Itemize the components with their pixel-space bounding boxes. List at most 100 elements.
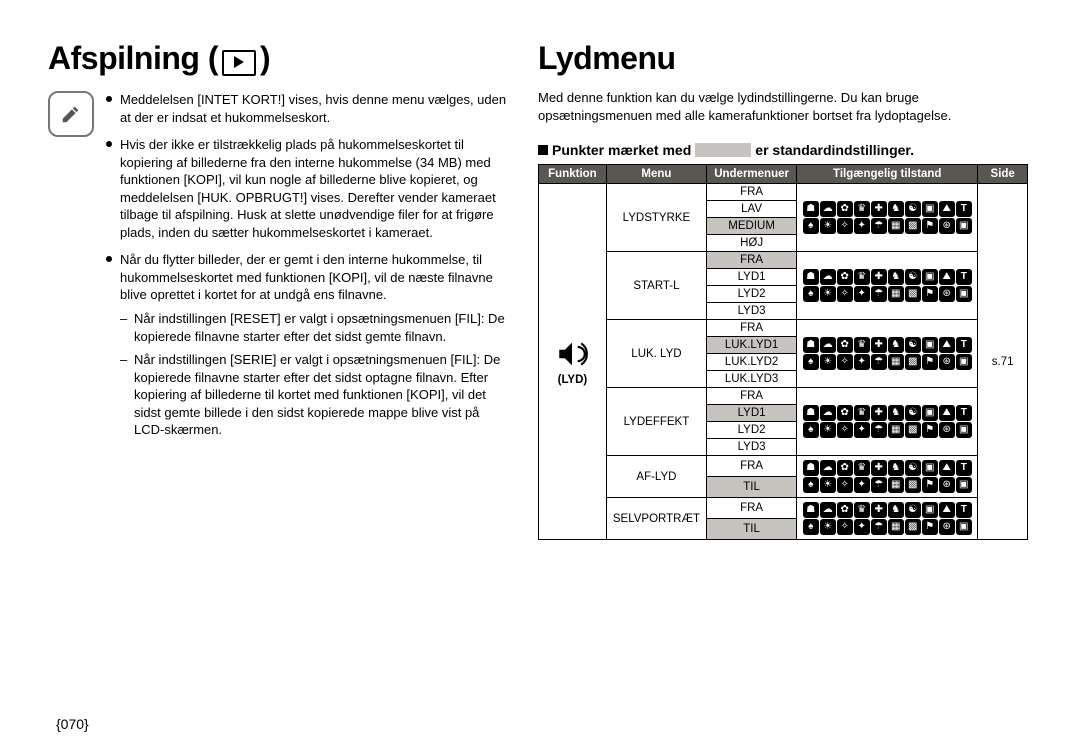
- mode-icon: ☗: [803, 337, 819, 353]
- mode-icon: ▩: [905, 218, 921, 234]
- mode-icon: ▦: [888, 422, 904, 438]
- mode-icon: ☀: [820, 422, 836, 438]
- mode-icon: ☯: [905, 502, 921, 518]
- th-funktion: Funktion: [539, 165, 607, 184]
- pencil-icon: [60, 103, 82, 125]
- submenu-cell: FRA: [707, 252, 797, 269]
- menu-cell: LYDSTYRKE: [606, 184, 706, 252]
- mode-icon: ♛: [854, 337, 870, 353]
- mode-icon: ♞: [888, 502, 904, 518]
- left-column: Afspilning () Meddelelsen [INTET KORT!] …: [48, 40, 508, 540]
- mode-icon: ⚑: [922, 218, 938, 234]
- mode-icon: ✿: [837, 269, 853, 285]
- default-highlight-swatch: [695, 143, 751, 157]
- mode-icon: ☁: [820, 502, 836, 518]
- mode-icon: ▣: [922, 337, 938, 353]
- mode-icon-grid: ☗☁✿♛✚♞☯▣⛰T♠☀✧✦☂▦▩⚑⊛▣: [801, 335, 973, 372]
- submenu-cell: LYD2: [707, 422, 797, 439]
- menu-cell: START-L: [606, 252, 706, 320]
- mode-icon-grid: ☗☁✿♛✚♞☯▣⛰T♠☀✧✦☂▦▩⚑⊛▣: [801, 403, 973, 440]
- page-number: {070}: [56, 716, 89, 732]
- mode-icon: ▩: [905, 477, 921, 493]
- mode-icon: ☁: [820, 460, 836, 476]
- mode-icon: ⊛: [939, 422, 955, 438]
- table-row: (LYD)LYDSTYRKEFRA☗☁✿♛✚♞☯▣⛰T♠☀✧✦☂▦▩⚑⊛▣s.7…: [539, 184, 1028, 201]
- submenu-cell: LUK.LYD1: [707, 337, 797, 354]
- submenu-cell: TIL: [707, 519, 797, 540]
- title-text: Afspilning: [48, 40, 199, 76]
- mode-icon: ▣: [922, 201, 938, 217]
- submenu-cell: LYD2: [707, 286, 797, 303]
- mode-icon: ☁: [820, 201, 836, 217]
- mode-icon-grid: ☗☁✿♛✚♞☯▣⛰T♠☀✧✦☂▦▩⚑⊛▣: [801, 267, 973, 304]
- speaker-icon: [555, 337, 589, 371]
- table-row: LYDEFFEKTFRA☗☁✿♛✚♞☯▣⛰T♠☀✧✦☂▦▩⚑⊛▣: [539, 388, 1028, 405]
- submenu-cell: LYD1: [707, 405, 797, 422]
- mode-icon: ▣: [956, 218, 972, 234]
- mode-icon-grid: ☗☁✿♛✚♞☯▣⛰T♠☀✧✦☂▦▩⚑⊛▣: [801, 500, 973, 537]
- mode-icon: ✦: [854, 422, 870, 438]
- mode-icon: ▩: [905, 422, 921, 438]
- mode-icon: T: [956, 460, 972, 476]
- right-column: Lydmenu Med denne funktion kan du vælge …: [538, 40, 1018, 540]
- mode-icon: ▣: [956, 477, 972, 493]
- mode-icon: ▣: [922, 269, 938, 285]
- mode-icon: ⚑: [922, 519, 938, 535]
- mode-icon: ▣: [922, 405, 938, 421]
- intro-text: Med denne funktion kan du vælge lydindst…: [538, 89, 1018, 124]
- mode-icon: ✧: [837, 477, 853, 493]
- bullet-text: Meddelelsen [INTET KORT!] vises, hvis de…: [120, 92, 506, 125]
- mode-icon: ✿: [837, 405, 853, 421]
- table-body: (LYD)LYDSTYRKEFRA☗☁✿♛✚♞☯▣⛰T♠☀✧✦☂▦▩⚑⊛▣s.7…: [539, 184, 1028, 540]
- mode-icon: ✦: [854, 218, 870, 234]
- mode-icon: ✚: [871, 201, 887, 217]
- mode-icon: ☂: [871, 519, 887, 535]
- submenu-cell: LYD3: [707, 303, 797, 320]
- mode-icon: ✦: [854, 354, 870, 370]
- mode-icon: T: [956, 405, 972, 421]
- mode-icon: ⚑: [922, 422, 938, 438]
- submenu-cell: HØJ: [707, 235, 797, 252]
- mode-icon: ⊛: [939, 519, 955, 535]
- mode-icon: ⛰: [939, 460, 955, 476]
- left-title: Afspilning (): [48, 40, 508, 77]
- bullet-text: Hvis der ikke er tilstrækkelig plads på …: [120, 137, 496, 240]
- mode-icon: ♛: [854, 502, 870, 518]
- mode-icon: ☂: [871, 218, 887, 234]
- mode-cell: ☗☁✿♛✚♞☯▣⛰T♠☀✧✦☂▦▩⚑⊛▣: [797, 184, 978, 252]
- mode-icon: ☂: [871, 354, 887, 370]
- mode-icon: ☂: [871, 477, 887, 493]
- note-block: Meddelelsen [INTET KORT!] vises, hvis de…: [48, 91, 508, 449]
- mode-icon: ▣: [922, 502, 938, 518]
- sound-table: Funktion Menu Undermenuer Tilgængelig ti…: [538, 164, 1028, 540]
- mode-icon: ⊛: [939, 354, 955, 370]
- mode-icon: ✚: [871, 405, 887, 421]
- th-undermenuer: Undermenuer: [707, 165, 797, 184]
- menu-cell: AF-LYD: [606, 456, 706, 498]
- mode-icon: ☂: [871, 422, 887, 438]
- mode-icon-grid: ☗☁✿♛✚♞☯▣⛰T♠☀✧✦☂▦▩⚑⊛▣: [801, 458, 973, 495]
- mode-icon: ⛰: [939, 269, 955, 285]
- mode-icon: ▦: [888, 218, 904, 234]
- submenu-cell: FRA: [707, 498, 797, 519]
- mode-icon: ☀: [820, 519, 836, 535]
- mode-icon: ▣: [956, 519, 972, 535]
- funktion-cell: (LYD): [539, 184, 607, 540]
- mode-icon: ☗: [803, 502, 819, 518]
- mode-icon: ✚: [871, 460, 887, 476]
- mode-icon: ✿: [837, 337, 853, 353]
- submenu-cell: MEDIUM: [707, 218, 797, 235]
- mode-icon: ⛰: [939, 502, 955, 518]
- funktion-label: (LYD): [558, 374, 588, 386]
- mode-icon: T: [956, 201, 972, 217]
- right-title: Lydmenu: [538, 40, 1018, 77]
- side-cell: s.71: [978, 184, 1028, 540]
- note-pencil-icon: [48, 91, 94, 137]
- mode-icon: ☯: [905, 337, 921, 353]
- mode-icon: ▣: [956, 354, 972, 370]
- sub-list: Når indstillingen [RESET] er valgt i ops…: [120, 310, 508, 439]
- menu-cell: LYDEFFEKT: [606, 388, 706, 456]
- submenu-cell: FRA: [707, 388, 797, 405]
- mode-icon: ✧: [837, 354, 853, 370]
- mode-icon: ♠: [803, 218, 819, 234]
